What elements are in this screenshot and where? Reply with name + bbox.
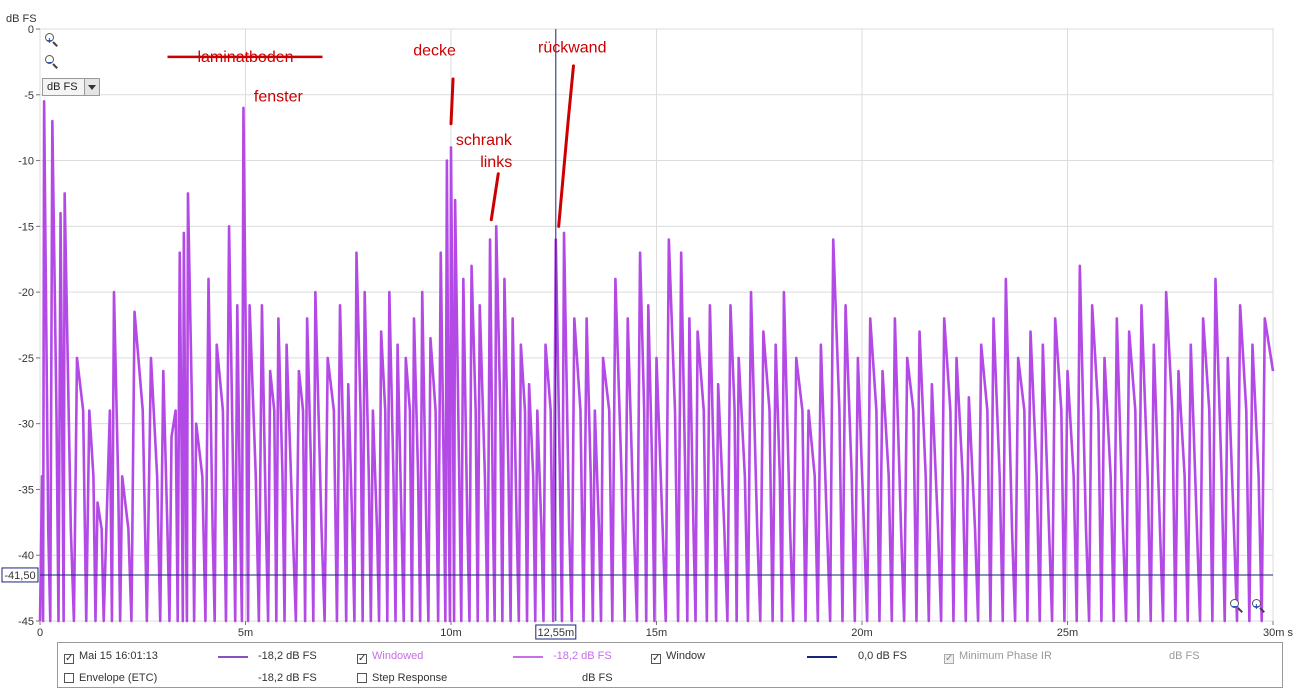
scale-dropdown-value: dB FS <box>47 81 78 93</box>
checkbox-step-response[interactable] <box>357 673 367 683</box>
legend-panel: ✓ Mai 15 16:01:13 -18,2 dB FS ✓ Windowed -… <box>57 642 1283 688</box>
y-tick-label: 0 <box>28 24 34 36</box>
legend-value: -18,2 dB FS <box>258 650 317 662</box>
cursor-y-label: -41,50 <box>4 570 35 582</box>
annotation-label: links <box>480 154 512 171</box>
legend-label: Minimum Phase IR <box>959 650 1052 662</box>
annotation-marker <box>449 77 455 126</box>
chevron-down-icon[interactable] <box>84 79 99 95</box>
x-tick-label: 25m <box>1057 627 1078 639</box>
y-axis-label: dB FS <box>6 13 37 25</box>
legend-item-measurement[interactable]: ✓ Mai 15 16:01:13 <box>64 649 158 664</box>
zoom-in-horizontal-icon[interactable]: + <box>1252 599 1266 613</box>
x-tick-label: 0 <box>37 627 43 639</box>
zoom-in-vertical-icon[interactable]: + <box>45 33 59 47</box>
swatch-measurement <box>218 656 248 658</box>
x-tick-label: 30m s <box>1263 627 1293 639</box>
legend-value: dB FS <box>1169 650 1200 662</box>
x-tick-label: 20m <box>851 627 872 639</box>
scale-dropdown[interactable]: dB FS <box>42 78 100 96</box>
checkbox-windowed[interactable]: ✓ <box>357 654 367 664</box>
y-tick-label: -45 <box>18 616 34 628</box>
annotation-label: decke <box>413 42 456 59</box>
legend-label: Window <box>666 650 706 662</box>
zoom-out-horizontal-icon[interactable]: − <box>1230 599 1244 613</box>
legend-label: Step Response <box>372 672 448 684</box>
legend-value: 0,0 dB FS <box>858 650 907 662</box>
y-axis: 0 -5 -10 -15 -20 -25 -30 -35 -40 -45 <box>18 24 40 628</box>
legend-item-step-response[interactable]: Step Response <box>357 671 447 685</box>
y-tick-label: -10 <box>18 156 34 168</box>
y-tick-label: -15 <box>18 221 34 233</box>
legend-label: Envelope (ETC) <box>79 672 158 684</box>
legend-item-envelope[interactable]: Envelope (ETC) <box>64 671 157 685</box>
y-tick-label: -25 <box>18 353 34 365</box>
legend-value: -18,2 dB FS <box>258 672 317 684</box>
checkbox-measurement[interactable]: ✓ <box>64 654 74 664</box>
zoom-out-vertical-icon[interactable]: − <box>45 55 59 69</box>
legend-label: Mai 15 16:01:13 <box>79 650 158 662</box>
chart: 0 -5 -10 -15 -20 -25 -30 -35 -40 -45 0 5m 10m 15m 20m… <box>1 13 1293 640</box>
y-tick-label: -20 <box>18 287 34 299</box>
annotation-label: fenster <box>254 88 304 105</box>
legend-value: dB FS <box>582 672 613 684</box>
checkbox-minimum-phase: ✓ <box>944 653 954 664</box>
legend-item-minimum-phase: ✓ Minimum Phase IR <box>944 649 1052 664</box>
swatch-windowed <box>513 656 543 658</box>
swatch-window <box>807 656 837 658</box>
annotation-label: rückwand <box>538 40 606 57</box>
legend-label: Windowed <box>372 650 424 662</box>
y-tick-label: -35 <box>18 484 34 496</box>
cursor-x-label: 12,55m <box>537 627 574 639</box>
y-tick-label: -5 <box>24 90 34 102</box>
legend-value: -18,2 dB FS <box>553 650 612 662</box>
annotation-label: schrank <box>456 132 513 149</box>
legend-item-window[interactable]: ✓ Window <box>651 649 705 664</box>
checkbox-window[interactable]: ✓ <box>651 654 661 664</box>
y-tick-label: -40 <box>18 550 34 562</box>
x-tick-label: 15m <box>646 627 667 639</box>
x-axis: 0 5m 10m 15m 20m 25m 30m s <box>37 621 1293 639</box>
legend-item-windowed[interactable]: ✓ Windowed <box>357 649 423 664</box>
x-tick-label: 5m <box>238 627 253 639</box>
checkbox-envelope[interactable] <box>64 673 74 683</box>
y-tick-label: -30 <box>18 419 34 431</box>
x-tick-label: 10m <box>440 627 461 639</box>
